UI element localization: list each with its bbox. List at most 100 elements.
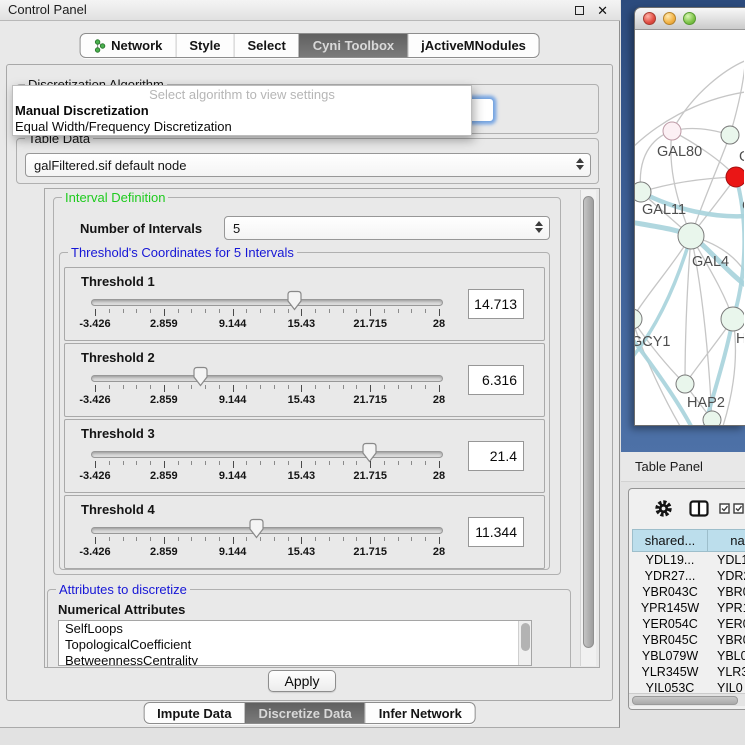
network-graph: GAL80GAL11GAL4GCY1HAP2GCH — [635, 30, 744, 426]
apply-button[interactable]: Apply — [268, 670, 336, 692]
threshold-value-field[interactable]: 14.713 — [468, 289, 524, 319]
tab-network[interactable]: Network — [80, 34, 175, 57]
interval-definition-group-title: Interval Definition — [62, 190, 168, 205]
table-body: YDL19...YDL1YDR27...YDR2YBR043CYBR0YPR14… — [632, 552, 745, 692]
threshold-label: Threshold 2 — [81, 350, 155, 365]
tab-discretize-data[interactable]: Discretize Data — [245, 703, 365, 723]
columns-icon[interactable] — [689, 500, 709, 522]
float-panel-icon[interactable] — [575, 6, 584, 15]
attributes-group: Attributes to discretize Numerical Attri… — [47, 589, 571, 668]
network-window-titlebar — [635, 8, 745, 30]
checkbox-icon[interactable] — [719, 503, 730, 514]
checkbox-icon[interactable] — [733, 503, 744, 514]
thresholds-group: Threshold's Coordinates for 5 Intervals … — [59, 252, 550, 570]
bottom-tab-bar: Impute Data Discretize Data Infer Network — [143, 702, 476, 724]
slider-track[interactable] — [91, 375, 443, 382]
column-header-shared-name[interactable]: shared... — [632, 529, 708, 552]
threshold-value-field[interactable]: 6.316 — [468, 365, 524, 395]
network-node[interactable] — [676, 375, 694, 393]
app-window: Control Panel ✕ NetworkStyleSelectCyni T… — [0, 0, 745, 745]
table-row[interactable]: YDR27...YDR2 — [632, 568, 745, 584]
node-label: GAL4 — [692, 254, 729, 270]
scrollbar-thumb[interactable] — [632, 696, 738, 705]
tab-label: Infer Network — [379, 706, 462, 721]
threshold-label: Threshold 3 — [81, 426, 155, 441]
algorithm-option[interactable]: Manual Discretization — [13, 103, 471, 119]
cell-shared-name: YPR145W — [632, 601, 708, 615]
table-panel-titlebar: Table Panel — [621, 452, 745, 482]
table-row[interactable]: YPR145WYPR1 — [632, 600, 745, 616]
network-node[interactable] — [721, 307, 744, 331]
tab-select[interactable]: Select — [233, 34, 298, 57]
node-label: GAL11 — [642, 202, 686, 218]
tick-label: 2.859 — [150, 546, 178, 558]
slider-handle[interactable] — [361, 442, 378, 463]
control-panel-titlebar: Control Panel ✕ — [0, 0, 620, 21]
network-node[interactable] — [703, 411, 721, 426]
table-row[interactable]: YDL19...YDL1 — [632, 552, 745, 568]
close-button[interactable] — [643, 12, 656, 25]
threshold-value-field[interactable]: 11.344 — [468, 517, 524, 547]
cell-shared-name: YBR043C — [632, 585, 708, 599]
node-label: H — [736, 331, 744, 347]
table-row[interactable]: YBL079WYBL0 — [632, 648, 745, 664]
attributes-scrollbar[interactable] — [518, 621, 531, 665]
attribute-item[interactable]: SelfLoops — [59, 621, 531, 637]
attribute-item[interactable]: BetweennessCentrality — [59, 653, 531, 666]
cell-shared-name: YIL053C — [632, 681, 708, 692]
slider-track[interactable] — [91, 527, 443, 534]
table-horizontal-scrollbar[interactable] — [629, 693, 745, 706]
slider-handle[interactable] — [192, 366, 209, 387]
tab-label: Impute Data — [157, 706, 231, 721]
network-view-window: GAL80GAL11GAL4GCY1HAP2GCH — [634, 7, 745, 426]
attribute-item[interactable]: TopologicalCoefficient — [59, 637, 531, 653]
tab-jactivemnodules[interactable]: jActiveMNodules — [407, 34, 539, 57]
network-nodes[interactable] — [635, 122, 744, 426]
network-node-selected[interactable] — [726, 167, 744, 187]
right-region: GAL80GAL11GAL4GCY1HAP2GCH Table Panel — [621, 0, 745, 745]
network-node[interactable] — [721, 126, 739, 144]
network-node[interactable] — [635, 182, 651, 202]
number-of-intervals-combobox[interactable]: 5 — [224, 216, 550, 240]
threshold-value-field[interactable]: 21.4 — [468, 441, 524, 471]
table-row[interactable]: YBR045CYBR0 — [632, 632, 745, 648]
network-node[interactable] — [663, 122, 681, 140]
threshold-panel: Threshold 4-3.4262.8599.14415.4321.71528… — [64, 495, 545, 569]
network-canvas[interactable]: GAL80GAL11GAL4GCY1HAP2GCH — [635, 30, 744, 426]
tab-infer-network[interactable]: Infer Network — [365, 703, 475, 723]
table-row[interactable]: YBR043CYBR0 — [632, 584, 745, 600]
network-node[interactable] — [678, 223, 704, 249]
slider-track[interactable] — [91, 451, 443, 458]
stepper-icon — [535, 221, 543, 233]
minimize-button[interactable] — [663, 12, 676, 25]
column-header-name[interactable]: na — [708, 529, 745, 552]
number-of-intervals-label: Number of Intervals — [80, 221, 202, 236]
tick-label: -3.426 — [79, 318, 110, 330]
algorithm-option[interactable]: Equal Width/Frequency Discretization — [13, 119, 471, 135]
settings-vertical-scrollbar[interactable] — [580, 190, 596, 666]
tab-cyni-toolbox[interactable]: Cyni Toolbox — [299, 34, 407, 57]
close-panel-icon[interactable]: ✕ — [597, 2, 608, 20]
table-row[interactable]: YER054CYER0 — [632, 616, 745, 632]
table-data-selected-value: galFiltered.sif default node — [34, 158, 186, 173]
slider-handle[interactable] — [286, 290, 303, 311]
node-label: C — [742, 198, 744, 214]
slider-ticks — [95, 461, 439, 469]
tab-style[interactable]: Style — [175, 34, 233, 57]
numerical-attributes-label: Numerical Attributes — [58, 602, 185, 617]
network-node[interactable] — [635, 309, 642, 329]
tick-label: 9.144 — [219, 470, 247, 482]
scrollbar-thumb[interactable] — [583, 196, 594, 648]
zoom-button[interactable] — [683, 12, 696, 25]
select-columns-icons[interactable] — [719, 503, 744, 514]
attributes-group-title: Attributes to discretize — [56, 582, 190, 597]
slider-handle[interactable] — [248, 518, 265, 539]
table-row[interactable]: YLR345WYLR3 — [632, 664, 745, 680]
threshold-panel: Threshold 3-3.4262.8599.14415.4321.71528… — [64, 419, 545, 493]
tab-impute-data[interactable]: Impute Data — [144, 703, 244, 723]
table-data-combobox[interactable]: galFiltered.sif default node — [25, 153, 591, 177]
slider-track[interactable] — [91, 299, 443, 306]
network-icon — [93, 39, 106, 53]
table-row[interactable]: YIL053CYIL0 — [632, 680, 745, 692]
gear-icon[interactable] — [654, 499, 673, 523]
